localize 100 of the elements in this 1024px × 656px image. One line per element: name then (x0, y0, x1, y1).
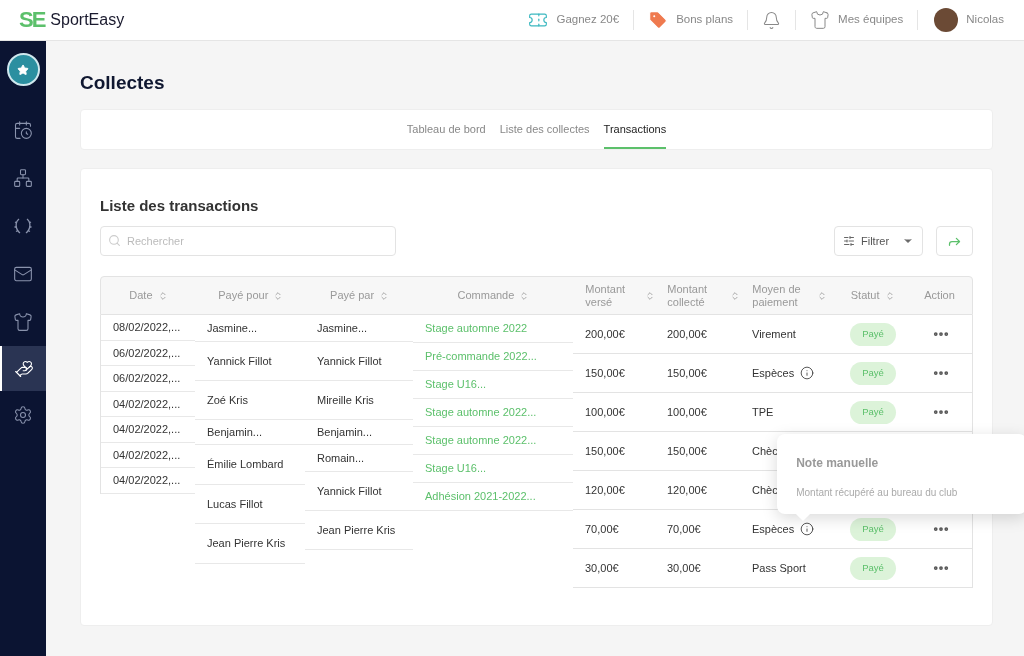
table-cell: Yannick Fillot (195, 342, 305, 381)
table-cell-text: 150,00€ (666, 365, 708, 381)
logo-mark[interactable]: SE (19, 9, 45, 31)
table-cell: Mireille Kris (305, 381, 413, 420)
column-header[interactable]: Payé pour (195, 277, 306, 314)
people-icon (13, 168, 33, 188)
search-field[interactable]: Rechercher (100, 226, 396, 256)
sort-icon (730, 290, 741, 301)
column-header[interactable]: Payé par (305, 277, 414, 314)
star-icon (17, 63, 29, 76)
laurel-icon (13, 216, 33, 236)
table-cell-text: 200,00€ (666, 326, 708, 342)
order-link[interactable]: Stage U16... (413, 455, 573, 483)
table-cell: Yannick Fillot (305, 472, 413, 511)
table-cell-text: Espèces (752, 521, 795, 537)
table-cell-text: 120,00€ (666, 482, 708, 498)
table-cell-text: Espèces (752, 365, 795, 381)
table-cell-text: 150,00€ (666, 443, 708, 459)
club-logo[interactable] (6, 53, 40, 86)
status-badge: Payé (850, 400, 896, 424)
sliders-icon (843, 235, 855, 247)
table-cell: 04/02/2022,... (101, 417, 195, 443)
sort-icon (817, 290, 828, 301)
table-cell-text: 100,00€ (666, 404, 708, 420)
filter-button[interactable]: Filtrer (834, 226, 923, 256)
user-name[interactable]: Nicolas (966, 11, 1004, 29)
order-link[interactable]: Adhésion 2021-2022... (413, 483, 573, 511)
table-cell-text: 120,00€ (584, 482, 626, 498)
tab[interactable]: Transactions (603, 110, 667, 149)
nav-link[interactable]: Mes équipes (796, 10, 918, 30)
sort-icon (519, 290, 530, 301)
column-header[interactable]: Statut (838, 277, 908, 314)
column-header[interactable]: Date (101, 277, 196, 314)
table-cell-text: Chèc (752, 482, 778, 498)
search-icon (108, 234, 121, 247)
table-cell: Benjamin... (195, 420, 305, 445)
column-header[interactable]: Commande (413, 277, 574, 314)
table-cell: Yannick Fillot (305, 342, 413, 381)
table-cell: Romain... (305, 445, 413, 472)
status-badge: Payé (850, 556, 896, 580)
tab[interactable]: Tableau de bord (406, 110, 486, 149)
table-cell: 06/02/2022,... (101, 340, 195, 366)
table-cell: Jean Pierre Kris (305, 511, 413, 550)
table-cell-text: Chèc (752, 443, 778, 459)
table-cell: 06/02/2022,... (101, 366, 195, 392)
shirt-icon (810, 10, 831, 30)
hand-icon (14, 358, 34, 379)
table-cell-text: TPE (752, 404, 774, 420)
tooltip-text: Montant récupéré au bureau du club (796, 486, 959, 500)
table-cell-text: 70,00€ (584, 521, 620, 537)
table-cell-text: Pass Sport (752, 560, 806, 576)
table-cell-text: 150,00€ (584, 443, 626, 459)
order-link[interactable]: Stage automne 2022... (413, 427, 573, 455)
table-cell: Jasmine... (195, 315, 305, 342)
status-badge: Payé (850, 361, 896, 385)
column-header[interactable]: Montant collecté (655, 277, 741, 314)
table-cell: Zoé Kris (195, 381, 305, 420)
nav-link[interactable]: Gagnez 20€ (514, 10, 634, 30)
table-cell-text: 30,00€ (584, 560, 620, 576)
page-title: Collectes (80, 71, 166, 93)
table-cell: Émilie Lombard (195, 445, 305, 485)
sort-icon (157, 290, 168, 301)
section-title: Liste des transactions (100, 196, 260, 215)
table-cell-text: 30,00€ (666, 560, 702, 576)
table-cell: 04/02/2022,... (101, 391, 195, 417)
table-cell-text: Virement (752, 326, 796, 342)
status-badge: Payé (850, 322, 896, 346)
order-link[interactable]: Stage U16... (413, 371, 573, 399)
tab[interactable]: Liste des collectes (499, 110, 590, 149)
table-cell: 04/02/2022,... (101, 442, 195, 468)
sort-icon (273, 290, 284, 301)
table-cell: Lucas Fillot (195, 485, 305, 524)
table-cell-text: 200,00€ (584, 326, 626, 342)
status-badge: Payé (850, 517, 896, 541)
table-cell: 04/02/2022,... (101, 468, 195, 494)
tooltip-title: Note manuelle (796, 455, 880, 472)
column-header[interactable]: Montant versé (573, 277, 656, 314)
shirt-icon (13, 312, 33, 332)
table-cell-text: 100,00€ (584, 404, 626, 420)
table-cell: Jean Pierre Kris (195, 524, 305, 564)
sort-icon (379, 290, 390, 301)
order-link[interactable]: Stage automne 2022 (413, 315, 573, 343)
mail-icon (13, 264, 33, 284)
table-cell: Benjamin... (305, 420, 413, 445)
sort-icon (884, 290, 895, 301)
sidebar-item[interactable] (0, 346, 46, 391)
order-link[interactable]: Stage automne 2022... (413, 399, 573, 427)
avatar[interactable] (934, 8, 959, 32)
column-header: Action (923, 288, 956, 303)
calendar-icon (13, 120, 33, 140)
sort-icon (645, 290, 656, 301)
column-header[interactable]: Moyen de paiement (740, 277, 839, 314)
brand-name[interactable]: SportEasy (50, 8, 125, 32)
table-cell: 08/02/2022,... (101, 315, 195, 341)
tag-icon (648, 10, 669, 30)
table-cell-text: 70,00€ (666, 521, 702, 537)
info-icon[interactable] (800, 366, 815, 380)
nav-link[interactable]: Bons plans (634, 10, 748, 30)
info-icon[interactable] (800, 522, 815, 536)
order-link[interactable]: Pré-commande 2022... (413, 343, 573, 371)
